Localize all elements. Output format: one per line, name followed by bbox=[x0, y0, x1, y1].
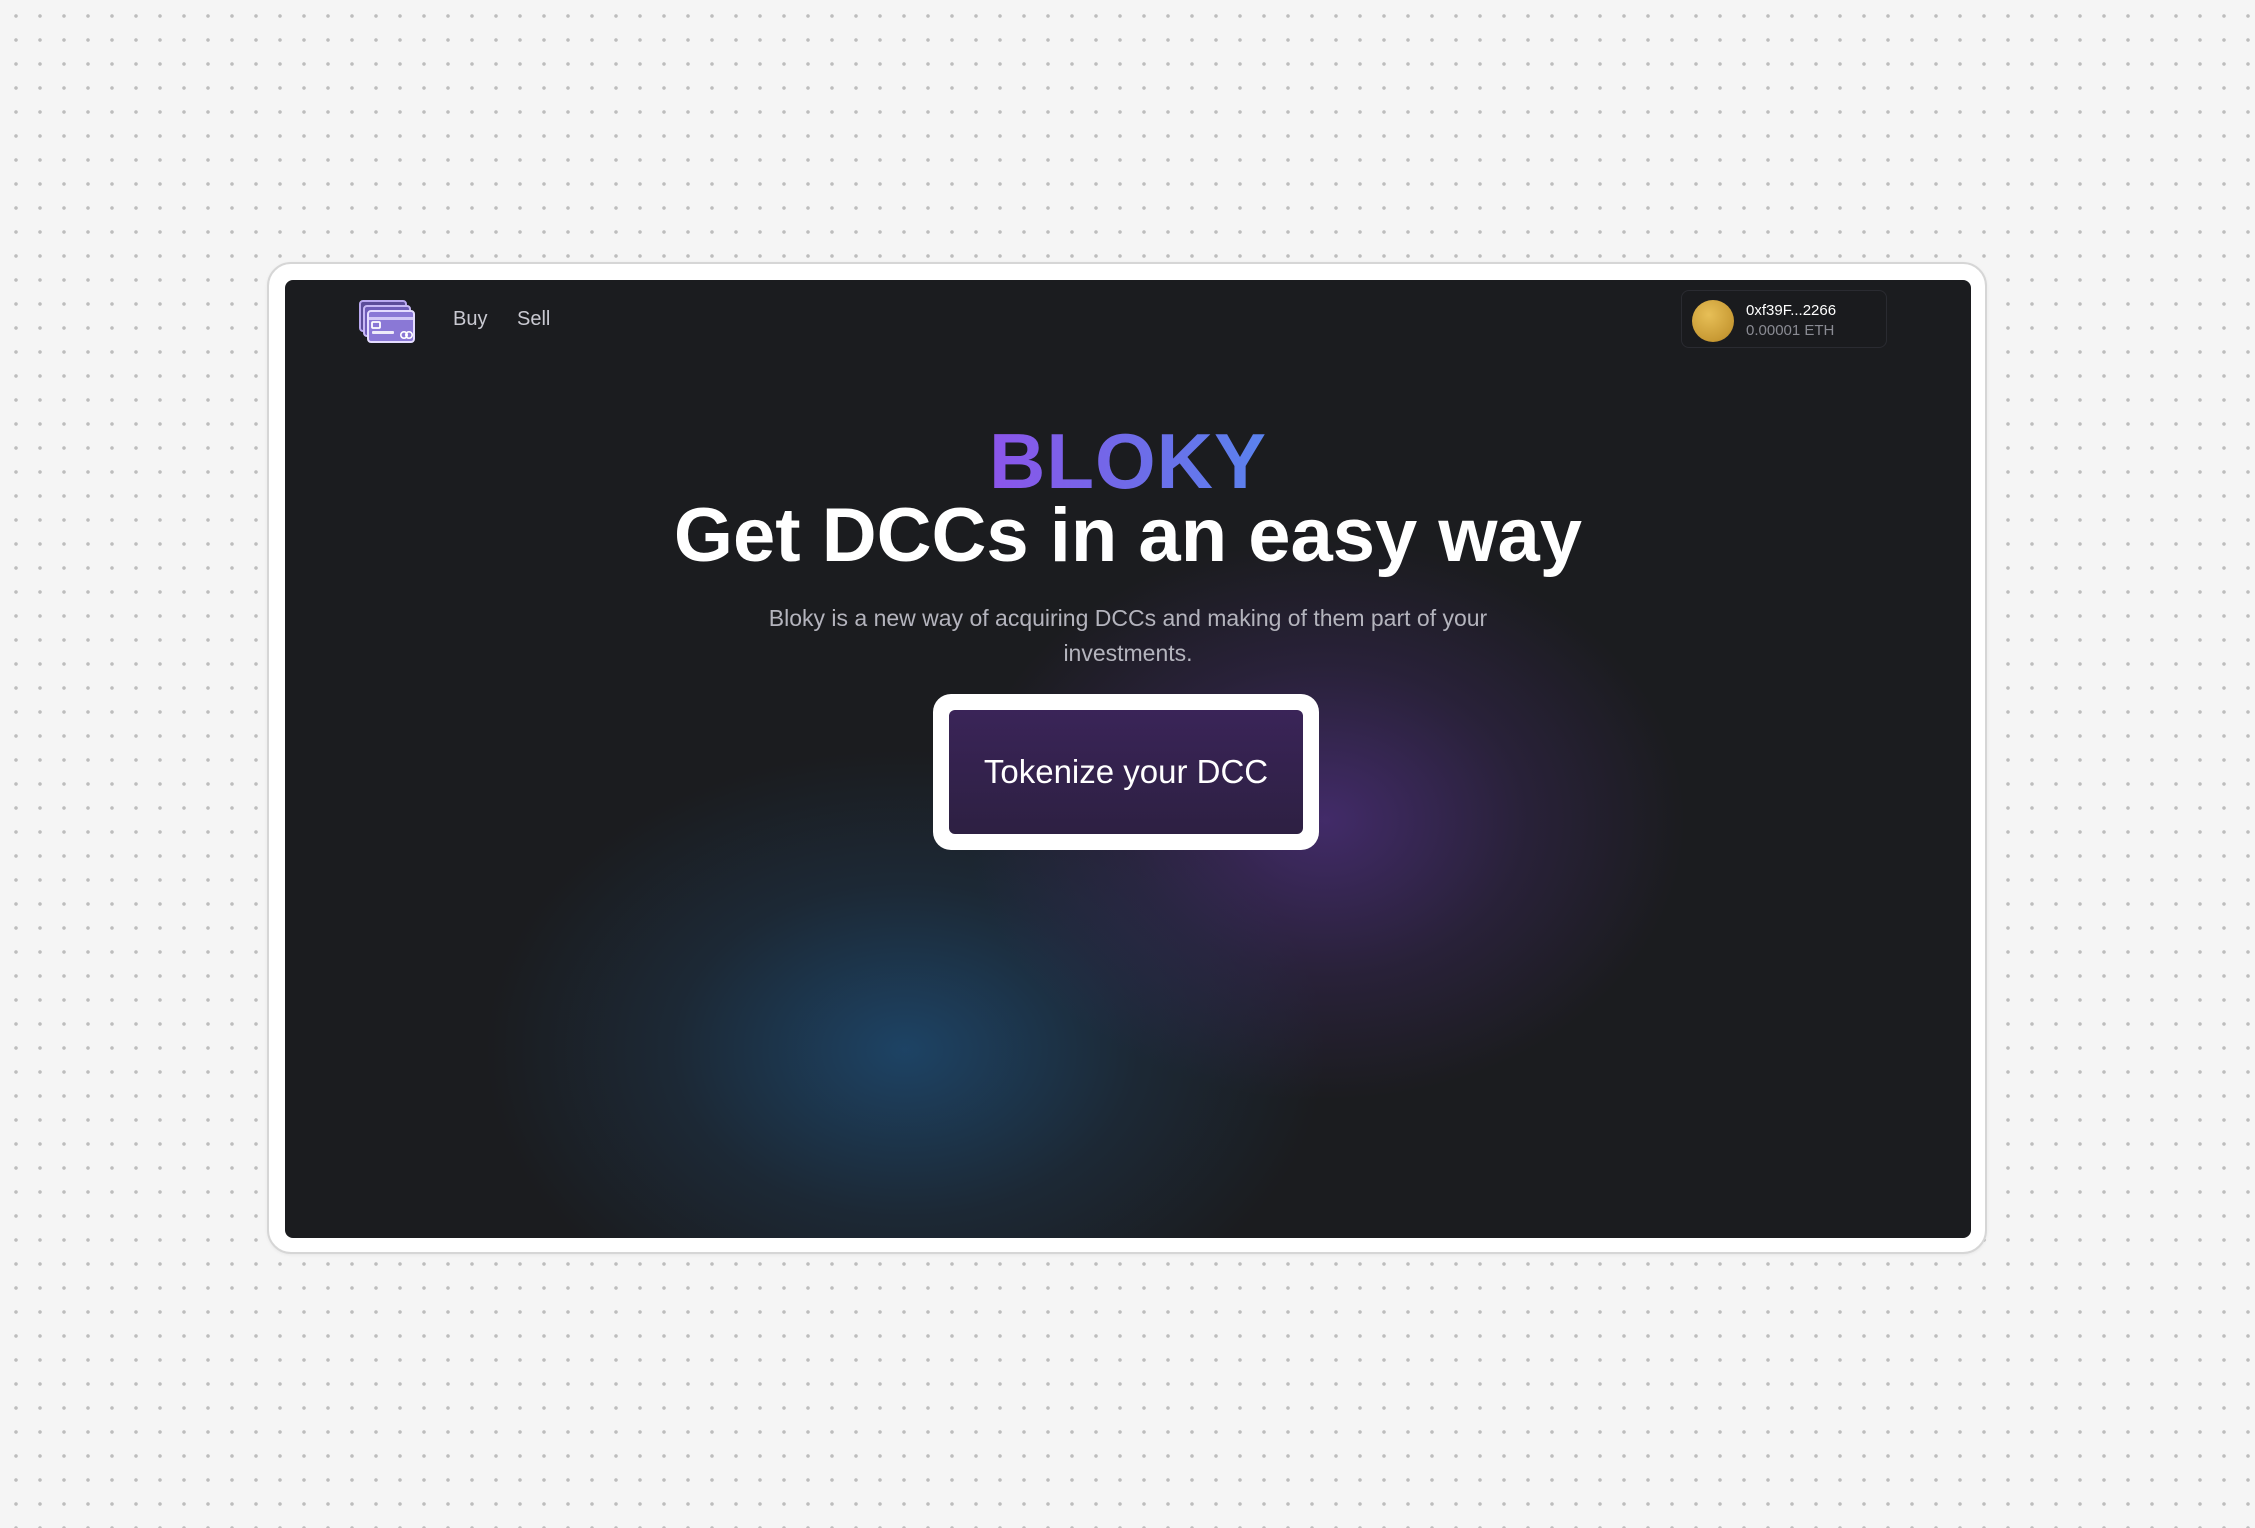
hero-subtitle: Bloky is a new way of acquiring DCCs and… bbox=[768, 605, 1488, 666]
hero-headline: Get DCCs in an easy way bbox=[673, 493, 1583, 578]
app-window: Buy Sell 0xf39F...2266 0.00001 ETH BLOKY… bbox=[285, 280, 1971, 1238]
wallet-balance: 0.00001 ETH bbox=[1746, 322, 1835, 339]
top-nav: Buy Sell 0xf39F...2266 0.00001 ETH bbox=[285, 280, 1971, 364]
card-wallet-icon[interactable] bbox=[359, 300, 415, 344]
wallet-button[interactable]: 0xf39F...2266 0.00001 ETH bbox=[1681, 290, 1887, 348]
tokenize-button-label: Tokenize your DCC bbox=[949, 710, 1303, 834]
wallet-address: 0xf39F...2266 bbox=[1746, 302, 1837, 319]
brand-title: BLOKY bbox=[285, 422, 1971, 500]
browser-frame: Buy Sell 0xf39F...2266 0.00001 ETH BLOKY… bbox=[267, 262, 1987, 1254]
wallet-avatar-icon bbox=[1692, 300, 1734, 342]
brand-title-text: BLOKY bbox=[989, 417, 1267, 505]
nav-link-sell[interactable]: Sell bbox=[517, 308, 550, 331]
nav-link-buy[interactable]: Buy bbox=[453, 308, 487, 331]
tokenize-button[interactable]: Tokenize your DCC bbox=[933, 694, 1319, 850]
